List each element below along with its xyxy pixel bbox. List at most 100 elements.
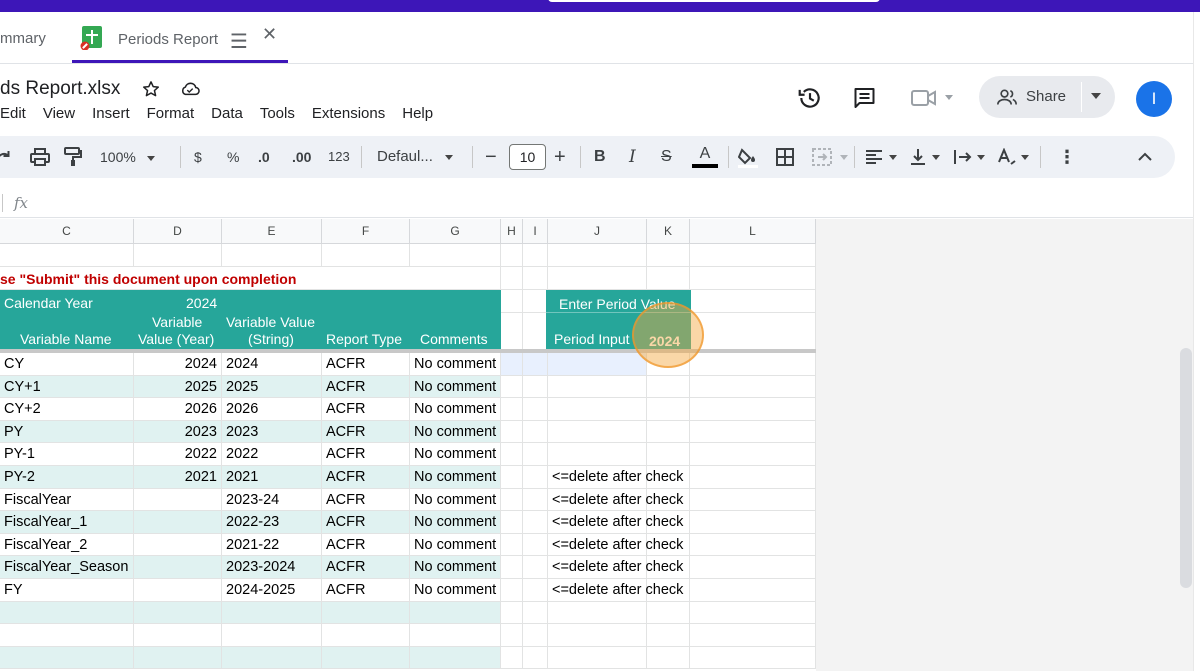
cell-i[interactable] bbox=[523, 443, 548, 466]
cell-j[interactable]: <=delete after check bbox=[548, 533, 683, 557]
column-header-e[interactable]: E bbox=[222, 219, 322, 244]
cell[interactable] bbox=[322, 624, 410, 647]
cell-e[interactable]: 2023-24 bbox=[222, 488, 322, 512]
cell-c[interactable]: CY bbox=[0, 353, 134, 376]
cell-g[interactable]: No comment bbox=[410, 533, 501, 557]
cell[interactable] bbox=[523, 601, 548, 625]
cell-j[interactable]: <=delete after check bbox=[548, 579, 683, 602]
cell-f[interactable]: ACFR bbox=[322, 398, 410, 421]
font-select[interactable]: Defaul... bbox=[377, 136, 454, 178]
cell-d[interactable]: 2022 bbox=[134, 443, 222, 466]
cloud-saved-icon[interactable] bbox=[180, 81, 200, 97]
cell[interactable] bbox=[410, 624, 501, 647]
cell-g[interactable]: No comment bbox=[410, 353, 501, 376]
cell-l[interactable] bbox=[690, 398, 816, 421]
cell-j[interactable] bbox=[548, 443, 647, 466]
number-format-button[interactable]: 123 bbox=[328, 136, 350, 178]
cell[interactable] bbox=[690, 244, 816, 267]
cell-j[interactable]: <=delete after check bbox=[548, 511, 683, 534]
cell[interactable] bbox=[134, 624, 222, 647]
cell-l[interactable] bbox=[690, 420, 816, 444]
strikethrough-icon[interactable]: S bbox=[661, 136, 672, 178]
merge-cells-icon[interactable] bbox=[812, 148, 832, 166]
font-size-input[interactable]: 10 bbox=[509, 144, 546, 170]
cell-j[interactable]: <=delete after check bbox=[548, 556, 683, 579]
share-button[interactable]: Share bbox=[979, 76, 1115, 118]
cell-d[interactable] bbox=[134, 579, 222, 602]
zoom-select[interactable]: 100% bbox=[100, 136, 156, 178]
cell-h[interactable] bbox=[501, 420, 523, 444]
cell[interactable] bbox=[523, 313, 548, 350]
cell-l[interactable] bbox=[690, 443, 816, 466]
cell-c[interactable]: CY+2 bbox=[0, 398, 134, 421]
account-avatar[interactable]: I bbox=[1136, 81, 1172, 117]
cell-j[interactable] bbox=[548, 375, 647, 399]
cell-d[interactable] bbox=[134, 556, 222, 579]
menu-edit[interactable]: Edit bbox=[0, 105, 26, 125]
cell-i[interactable] bbox=[523, 420, 548, 444]
cell-i[interactable] bbox=[523, 579, 548, 602]
tab-close-icon[interactable]: ✕ bbox=[262, 24, 277, 45]
text-rotation-icon[interactable] bbox=[997, 148, 1017, 166]
cell-f[interactable]: ACFR bbox=[322, 533, 410, 557]
cell-h[interactable] bbox=[501, 579, 523, 602]
redo-icon[interactable] bbox=[0, 148, 12, 166]
cell-e[interactable]: 2022 bbox=[222, 443, 322, 466]
cell[interactable] bbox=[501, 646, 523, 670]
meet-dropdown-icon[interactable] bbox=[945, 95, 953, 100]
cell[interactable] bbox=[523, 290, 548, 313]
print-icon[interactable] bbox=[30, 148, 50, 166]
formula-bar[interactable]: fx bbox=[0, 188, 1193, 218]
menu-view[interactable]: View bbox=[43, 105, 75, 125]
cell[interactable] bbox=[134, 601, 222, 625]
cell-i[interactable] bbox=[523, 375, 548, 399]
cell-f[interactable]: ACFR bbox=[322, 443, 410, 466]
menu-extensions[interactable]: Extensions bbox=[312, 105, 385, 125]
increase-decimal-button[interactable]: .00 bbox=[292, 136, 311, 178]
font-size-increase-icon[interactable]: + bbox=[554, 136, 566, 178]
cell[interactable] bbox=[647, 267, 690, 290]
currency-format-button[interactable]: $ bbox=[194, 136, 202, 178]
cell-f[interactable]: ACFR bbox=[322, 353, 410, 376]
cell-j[interactable] bbox=[548, 398, 647, 421]
font-size-decrease-icon[interactable]: − bbox=[485, 136, 497, 178]
cell-j[interactable] bbox=[548, 420, 647, 444]
cell[interactable] bbox=[548, 601, 647, 625]
menu-tools[interactable]: Tools bbox=[260, 105, 295, 125]
cell-l[interactable] bbox=[690, 488, 816, 512]
cell[interactable] bbox=[322, 601, 410, 625]
cell-g[interactable]: No comment bbox=[410, 466, 501, 489]
cell[interactable] bbox=[222, 624, 322, 647]
completion-notice[interactable]: se "Submit" this document upon completio… bbox=[0, 267, 500, 290]
menu-format[interactable]: Format bbox=[147, 105, 195, 125]
cell[interactable] bbox=[0, 646, 134, 670]
cell-f[interactable]: ACFR bbox=[322, 375, 410, 399]
cell-g[interactable]: No comment bbox=[410, 488, 501, 512]
decrease-decimal-button[interactable]: .0 bbox=[258, 136, 270, 178]
cell[interactable] bbox=[501, 267, 523, 290]
cell-k[interactable] bbox=[647, 420, 690, 444]
column-header-d[interactable]: D bbox=[134, 219, 222, 244]
cell-k[interactable] bbox=[647, 375, 690, 399]
menu-insert[interactable]: Insert bbox=[92, 105, 130, 125]
cell[interactable] bbox=[523, 267, 548, 290]
tab-summary[interactable]: mmary bbox=[0, 30, 46, 47]
cell[interactable] bbox=[548, 624, 647, 647]
cell-g[interactable]: No comment bbox=[410, 443, 501, 466]
cell-d[interactable]: 2026 bbox=[134, 398, 222, 421]
tab-menu-icon[interactable]: ☰ bbox=[230, 29, 248, 54]
cell[interactable] bbox=[523, 646, 548, 670]
cell[interactable] bbox=[523, 624, 548, 647]
cell[interactable] bbox=[0, 601, 134, 625]
cell-c[interactable]: PY-2 bbox=[0, 466, 134, 489]
cell-l[interactable] bbox=[690, 533, 816, 557]
cell-d[interactable]: 2025 bbox=[134, 375, 222, 399]
cell[interactable] bbox=[410, 244, 501, 267]
cell[interactable] bbox=[501, 624, 523, 647]
menu-help[interactable]: Help bbox=[402, 105, 433, 125]
cell[interactable] bbox=[410, 601, 501, 625]
cell-g[interactable]: No comment bbox=[410, 375, 501, 399]
cell[interactable] bbox=[690, 624, 816, 647]
tab-periods-report[interactable]: Periods Report ☰ ✕ bbox=[72, 12, 288, 63]
cell-i[interactable] bbox=[523, 488, 548, 512]
